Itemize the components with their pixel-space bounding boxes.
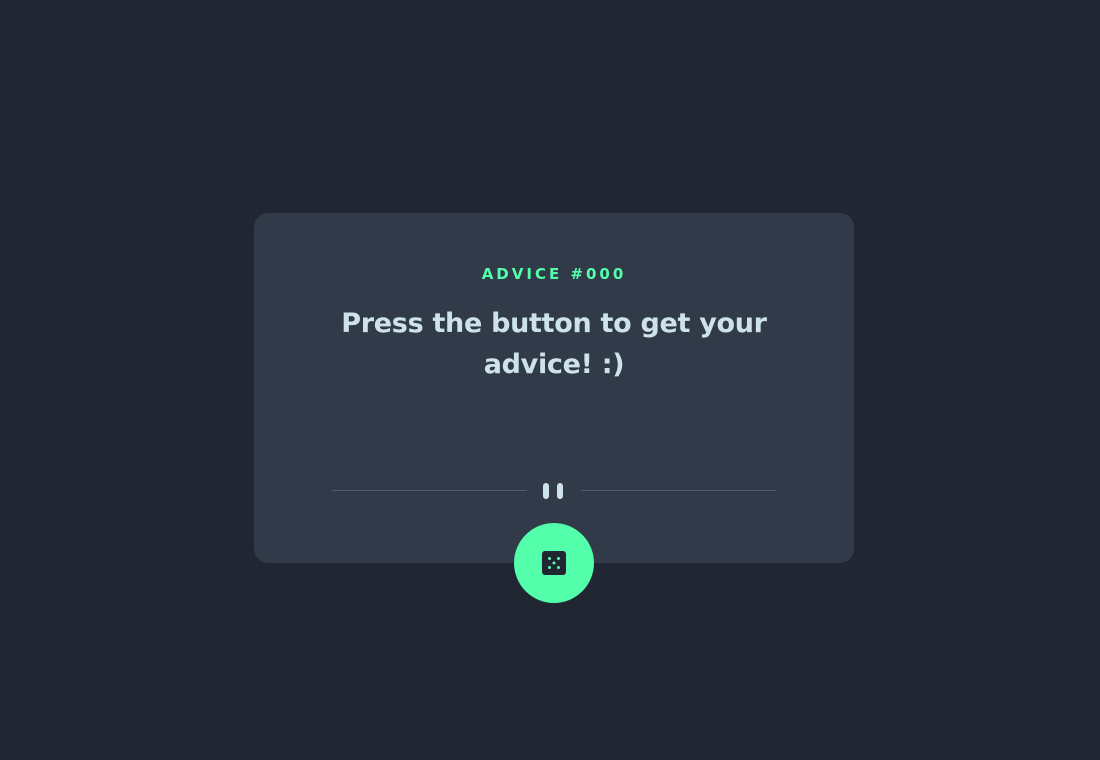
divider bbox=[332, 483, 776, 499]
divider-line-left bbox=[332, 490, 527, 491]
dice-icon bbox=[542, 551, 566, 575]
advice-card: ADVICE #000 Press the button to get your… bbox=[254, 213, 854, 603]
advice-text: Press the button to get your advice! :) bbox=[341, 308, 767, 380]
new-advice-button[interactable] bbox=[514, 523, 594, 603]
advice-id: ADVICE #000 bbox=[481, 265, 627, 283]
pause-bar-right bbox=[557, 483, 563, 499]
divider-line-right bbox=[581, 490, 776, 491]
pause-icon bbox=[543, 483, 565, 499]
pause-bar-left bbox=[543, 483, 549, 499]
